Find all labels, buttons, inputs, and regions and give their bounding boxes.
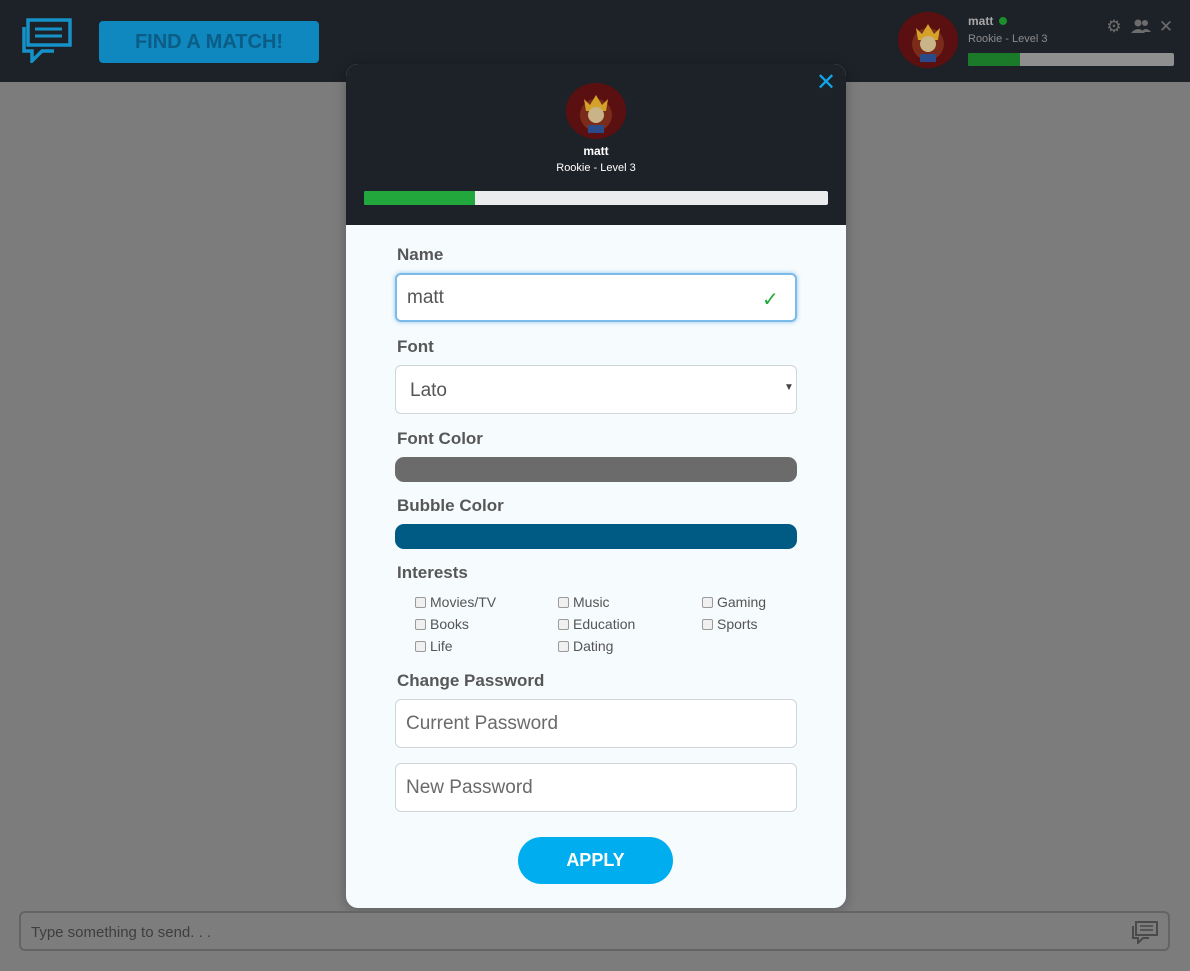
send-chat-icon[interactable]	[1131, 920, 1159, 944]
modal-avatar[interactable]	[566, 83, 626, 139]
font-color-label: Font Color	[397, 429, 483, 448]
interest-label: Music	[573, 594, 610, 610]
message-input[interactable]	[29, 913, 1113, 951]
gear-icon[interactable]: ⚙	[1104, 18, 1124, 36]
name-label: Name	[397, 245, 444, 264]
close-icon[interactable]: ✕	[1156, 18, 1176, 36]
profile-settings-modal: ✕ matt Rookie - Level 3 Name ✓ Font Lato…	[346, 64, 846, 908]
new-password-input[interactable]	[395, 763, 797, 812]
chat-logo-icon[interactable]	[20, 17, 74, 63]
modal-xp-progress-fill	[364, 191, 476, 205]
checkbox[interactable]	[415, 596, 426, 608]
interest-label: Life	[430, 638, 453, 654]
interests-label: Interests	[397, 563, 468, 582]
modal-xp-progress	[364, 191, 828, 205]
header-xp-progress	[968, 53, 1174, 66]
interest-books[interactable]: Books	[415, 616, 469, 632]
avatar[interactable]	[898, 12, 958, 68]
checkbox[interactable]	[558, 618, 569, 630]
interest-label: Sports	[717, 616, 758, 632]
font-color-picker[interactable]	[395, 457, 797, 482]
name-input[interactable]	[395, 273, 797, 322]
interest-label: Gaming	[717, 594, 767, 610]
checkbox[interactable]	[415, 640, 426, 652]
avatar-image-icon	[566, 83, 626, 139]
change-password-label: Change Password	[397, 671, 545, 690]
modal-close-icon[interactable]: ✕	[816, 71, 836, 95]
header-username: matt	[968, 14, 994, 28]
interest-label: Movies/TV	[430, 594, 497, 610]
valid-check-icon: ✓	[762, 289, 779, 311]
message-composer	[19, 911, 1170, 951]
friends-icon[interactable]	[1130, 18, 1151, 36]
chevron-down-icon: ▼	[784, 382, 794, 393]
header-user-level: Rookie - Level 3	[968, 33, 1048, 45]
interest-music[interactable]: Music	[558, 594, 610, 610]
find-match-button[interactable]: FIND A MATCH!	[99, 21, 319, 63]
modal-header: ✕ matt Rookie - Level 3	[346, 64, 846, 225]
online-status-icon	[999, 17, 1007, 25]
modal-username: matt	[583, 144, 609, 158]
interest-life[interactable]: Life	[415, 638, 453, 654]
modal-user-level: Rookie - Level 3	[556, 162, 636, 174]
checkbox[interactable]	[558, 596, 569, 608]
interest-label: Education	[573, 616, 636, 632]
interest-label: Books	[430, 616, 469, 632]
checkbox[interactable]	[415, 618, 426, 630]
avatar-image-icon	[898, 12, 958, 68]
interest-education[interactable]: Education	[558, 616, 635, 632]
interest-movies-tv[interactable]: Movies/TV	[415, 594, 496, 610]
font-select-value: Lato	[410, 380, 447, 401]
interest-gaming[interactable]: Gaming	[702, 594, 766, 610]
interest-dating[interactable]: Dating	[558, 638, 613, 654]
interest-sports[interactable]: Sports	[702, 616, 757, 632]
bubble-color-label: Bubble Color	[397, 496, 504, 515]
header-xp-progress-fill	[968, 53, 1020, 66]
apply-button[interactable]: APPLY	[518, 837, 673, 884]
checkbox[interactable]	[702, 596, 713, 608]
font-select[interactable]: Lato ▼	[395, 365, 797, 414]
header-actions: ⚙ ✕	[1104, 18, 1176, 36]
checkbox[interactable]	[702, 618, 713, 630]
font-label: Font	[397, 337, 434, 356]
interest-label: Dating	[573, 638, 614, 654]
current-password-input[interactable]	[395, 699, 797, 748]
checkbox[interactable]	[558, 640, 569, 652]
bubble-color-picker[interactable]	[395, 524, 797, 549]
